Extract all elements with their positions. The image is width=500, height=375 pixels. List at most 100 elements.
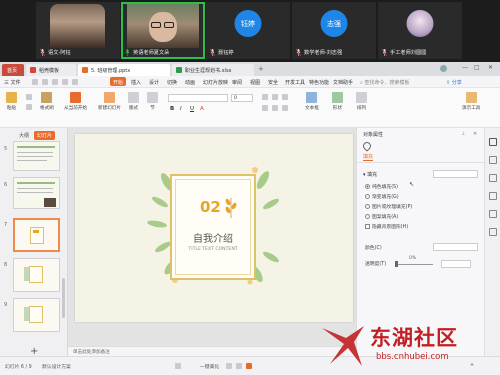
close-icon[interactable]: ✕ [488, 64, 493, 71]
account-avatar[interactable] [440, 65, 447, 72]
tab-templates[interactable]: 稻壳模板 [26, 64, 76, 76]
participant-tile-3[interactable]: 钰婷 聂钰婷 [206, 2, 290, 59]
animation-icon[interactable] [489, 228, 497, 236]
slide-thumbnail-6[interactable] [13, 177, 60, 209]
minimize-icon[interactable]: — [462, 64, 468, 71]
view-sorter-icon[interactable] [236, 363, 242, 369]
participant-tile-2[interactable]: 英语老师夏文朵 [121, 2, 205, 59]
title-frame[interactable]: 02 自我介绍 TITLE TEXT CONTENT [170, 174, 256, 280]
close-panel-icon[interactable]: ✕ [473, 131, 477, 137]
presentation-tools-button[interactable]: 演示工具 [462, 92, 480, 111]
preview-icon[interactable] [52, 79, 58, 85]
slide-editing-canvas[interactable]: 02 自我介绍 TITLE TEXT CONTENT [68, 128, 356, 346]
menu-developer[interactable]: 开发工具 [285, 79, 305, 86]
undo-icon[interactable] [62, 79, 68, 85]
new-slide-button[interactable]: 新建幻灯片 [98, 92, 121, 111]
command-search[interactable]: ⌕ 查找命令、搜索模板 [360, 79, 409, 86]
fill-type-dropdown[interactable] [433, 170, 478, 178]
underline-icon[interactable]: U [190, 106, 194, 112]
properties-icon[interactable] [489, 138, 497, 146]
slide-thumbnail-7-selected[interactable] [13, 218, 60, 252]
maximize-icon[interactable]: □ [474, 64, 480, 71]
start-slideshow-button[interactable]: 从当前开始 [64, 92, 87, 111]
menu-doc-assistant[interactable]: 文档助手 [333, 79, 353, 86]
tab-fill[interactable]: 填充 [363, 153, 374, 161]
participant-tile-4[interactable]: 志强 数学老师-刘志强 [292, 2, 376, 59]
file-menu[interactable]: 三 文件 [4, 79, 21, 86]
italic-icon[interactable]: I [180, 106, 182, 112]
notes-pane[interactable]: 单击此处添加备注 [68, 346, 356, 356]
option-pattern-fill[interactable]: 图案填充(A) [365, 213, 398, 220]
text-icon[interactable] [489, 192, 497, 200]
transparency-slider-handle[interactable] [395, 261, 398, 267]
smart-beautify-button[interactable]: 一键美化 [200, 363, 219, 370]
indent-icon[interactable] [282, 94, 288, 100]
play-slideshow-icon[interactable] [246, 363, 252, 369]
tab-slides[interactable]: 幻灯片 [34, 131, 56, 140]
menu-security[interactable]: 安全 [268, 79, 278, 86]
cut-icon[interactable] [26, 94, 32, 100]
fill-section-header[interactable]: ▾ 填充 [363, 171, 377, 178]
font-size-select[interactable]: 0 [231, 94, 253, 102]
color-picker-dropdown[interactable] [433, 243, 478, 251]
shape-button[interactable]: 形状 [332, 92, 343, 111]
menu-review[interactable]: 审阅 [232, 79, 242, 86]
numbered-list-icon[interactable] [272, 94, 278, 100]
menu-transition[interactable]: 切换 [167, 79, 177, 86]
slide-subtitle[interactable]: TITLE TEXT CONTENT [172, 247, 254, 252]
text-box-button[interactable]: 文本框 [305, 92, 319, 111]
tab-pptx-document[interactable]: 5. 班级管理.pptx [78, 64, 170, 76]
transparency-slider[interactable] [395, 264, 433, 265]
font-name-select[interactable] [168, 94, 228, 102]
option-hide-background[interactable]: 隐藏背景图形(H) [365, 223, 408, 230]
redo-icon[interactable] [72, 79, 78, 85]
current-slide[interactable]: 02 自我介绍 TITLE TEXT CONTENT [75, 134, 353, 322]
slide-title[interactable]: 自我介绍 [172, 230, 254, 245]
magic-wand-icon[interactable] [489, 156, 497, 164]
new-tab-plus-icon[interactable]: + [258, 65, 264, 73]
font-color-icon[interactable]: A [200, 106, 204, 112]
section-button[interactable]: 节 [147, 92, 158, 111]
share-button[interactable]: ⇪ 分享 [446, 79, 462, 86]
arrange-button[interactable]: 排列 [356, 92, 367, 111]
paste-button[interactable]: 粘贴 [6, 92, 17, 111]
save-icon[interactable] [32, 79, 38, 85]
thumbnail-scrollbar[interactable] [62, 278, 65, 318]
participant-tile-1[interactable]: 语文-阿钰 [36, 2, 120, 59]
layers-icon[interactable] [489, 174, 497, 182]
transition-icon[interactable] [489, 210, 497, 218]
tab-home[interactable]: 首页 [2, 64, 24, 76]
option-gradient-fill[interactable]: 渐变填充(G) [365, 193, 399, 200]
slide-thumbnail-5[interactable] [13, 141, 60, 171]
tab-outline[interactable]: 大纲 [16, 131, 32, 140]
slide-section-number[interactable]: 02 [200, 198, 221, 216]
tab-xlsx-document[interactable]: 职业生涯规划书.xlsx [172, 64, 254, 76]
slide-thumbnail-8[interactable] [13, 258, 60, 292]
print-icon[interactable] [42, 79, 48, 85]
transparency-input[interactable] [441, 260, 471, 268]
copy-icon[interactable] [26, 104, 32, 110]
menu-features[interactable]: 特色功能 [309, 79, 329, 86]
align-left-icon[interactable] [262, 105, 268, 111]
layout-button[interactable]: 版式 [128, 92, 139, 111]
view-normal-icon[interactable] [226, 363, 232, 369]
participant-tile-5[interactable]: 手工老师刘圆圆 [378, 2, 462, 59]
menu-insert[interactable]: 插入 [131, 79, 141, 86]
align-right-icon[interactable] [282, 105, 288, 111]
notes-toggle-icon[interactable] [175, 363, 181, 369]
menu-design[interactable]: 设计 [149, 79, 159, 86]
menu-view[interactable]: 视图 [250, 79, 260, 86]
fill-bucket-icon[interactable] [361, 140, 373, 152]
option-picture-fill[interactable]: 图片或纹理填充(P) [365, 203, 412, 210]
menu-start[interactable]: 开始 [110, 77, 127, 86]
pin-icon[interactable]: ⊥ [461, 131, 465, 137]
slide-thumbnail-9[interactable] [13, 298, 60, 332]
bullet-list-icon[interactable] [262, 94, 268, 100]
layout-label: 版式 [128, 106, 139, 111]
format-painter-button[interactable]: 格式刷 [40, 92, 54, 111]
menu-slideshow[interactable]: 幻灯片放映 [203, 79, 228, 86]
option-solid-fill[interactable]: 纯色填充(S) [365, 183, 398, 190]
align-center-icon[interactable] [272, 105, 278, 111]
bold-icon[interactable]: B [170, 106, 174, 112]
menu-animation[interactable]: 动画 [185, 79, 195, 86]
